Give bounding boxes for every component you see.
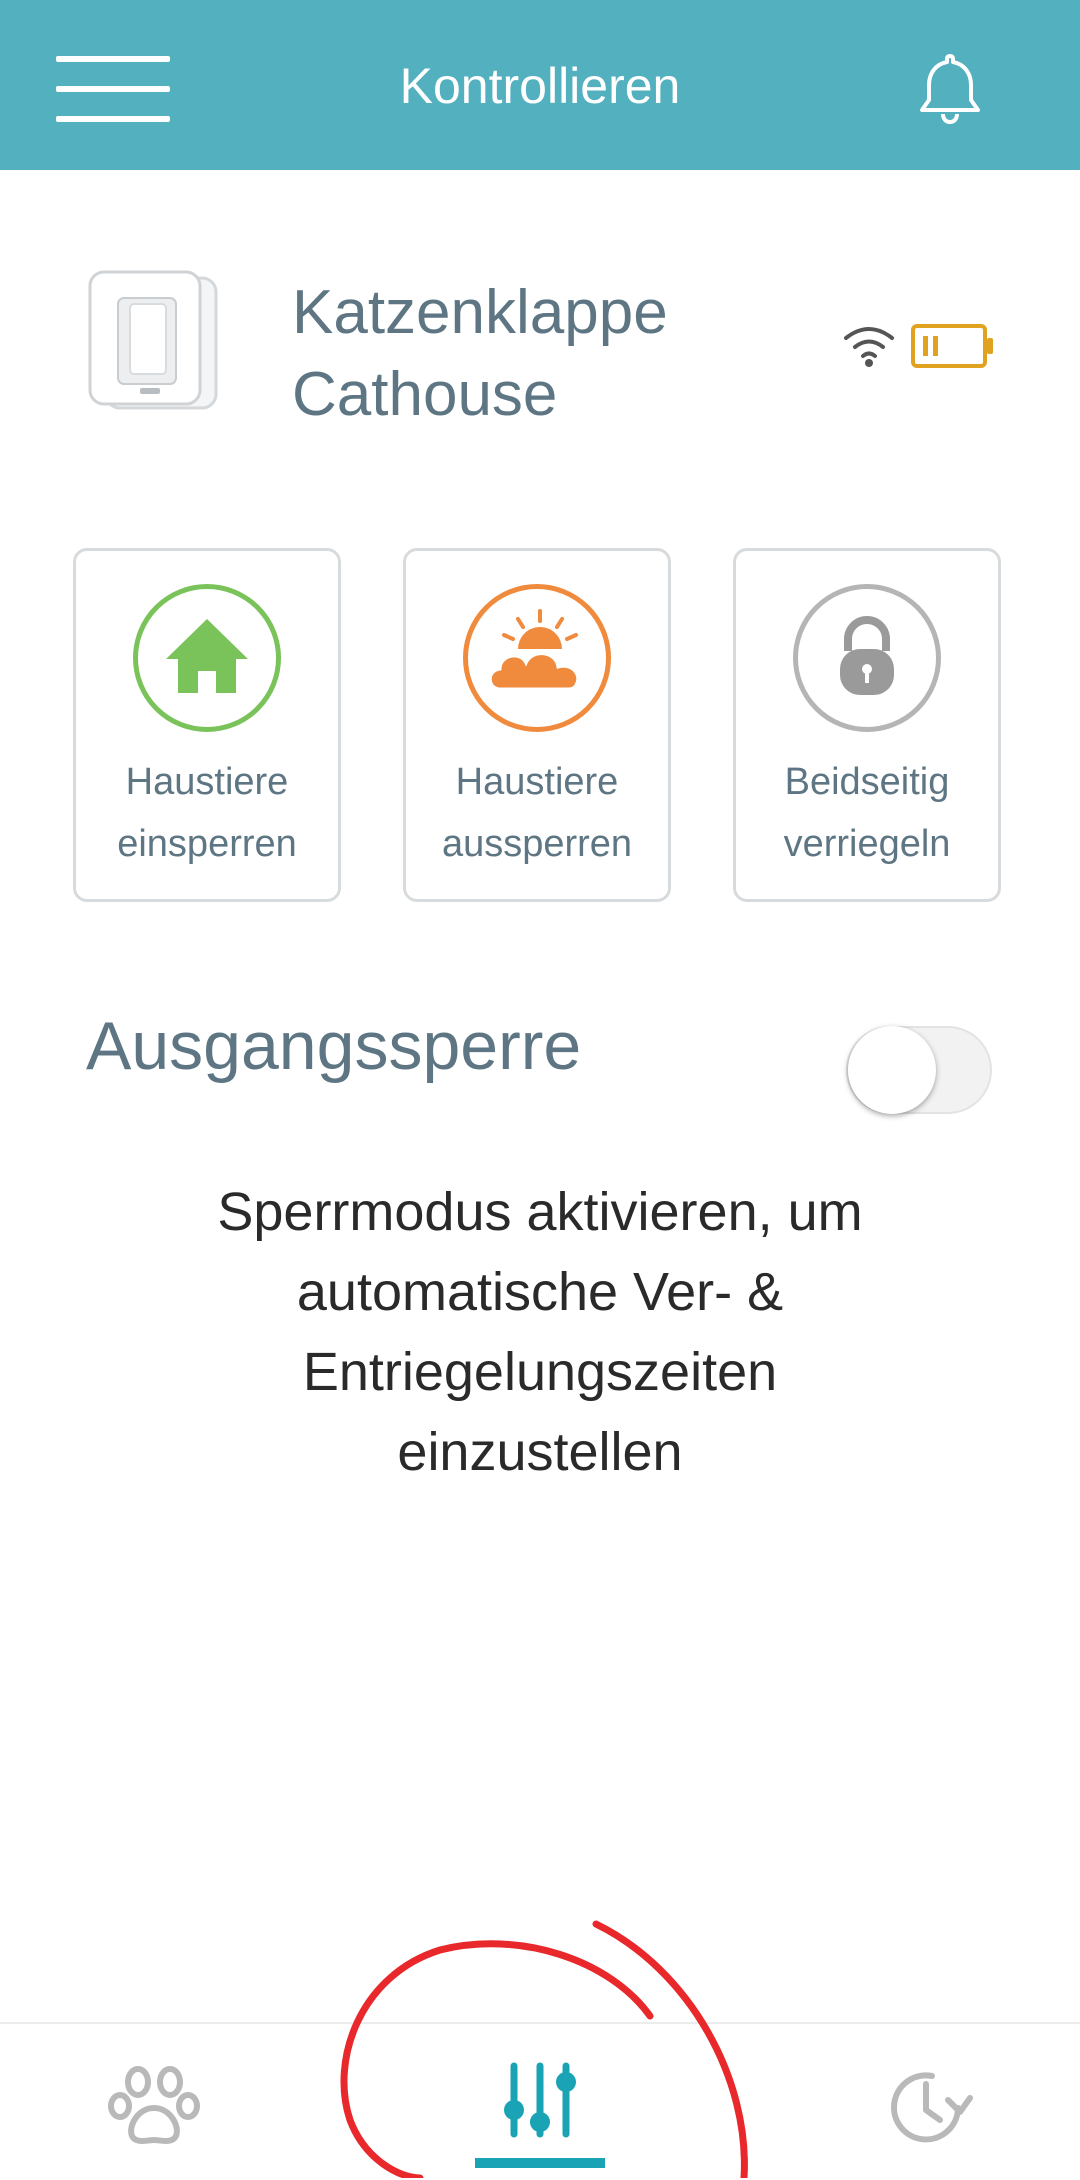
bell-icon[interactable] xyxy=(910,48,990,128)
description-line: Sperrmodus aktivieren, um xyxy=(217,1182,863,1242)
battery-low-icon xyxy=(911,324,993,368)
mode-card-lock-out[interactable]: Haustiere aussperren xyxy=(403,548,671,902)
curfew-description: Sperrmodus aktivieren, um automatische V… xyxy=(120,1172,960,1492)
hamburger-menu-icon[interactable] xyxy=(56,56,170,122)
mode-label-line1: Beidseitig xyxy=(784,761,950,803)
device-name-line2: Cathouse xyxy=(292,360,558,429)
home-icon xyxy=(166,619,248,693)
app-header: Kontrollieren xyxy=(0,0,1080,170)
mode-label-line1: Haustiere xyxy=(455,761,619,803)
wifi-icon xyxy=(844,327,894,367)
device-name-line1: Katzenklappe xyxy=(292,278,668,347)
device-name: Katzenklappe Cathouse xyxy=(292,272,772,436)
nav-item-control[interactable] xyxy=(450,2024,630,2180)
mode-card-label: Haustiere aussperren xyxy=(406,751,668,875)
home-icon-circle xyxy=(133,584,281,732)
nav-item-history[interactable] xyxy=(840,2024,1020,2180)
paw-icon xyxy=(108,2066,200,2144)
mode-label-line2: einsperren xyxy=(117,823,297,865)
bottom-navigation xyxy=(0,2022,1080,2180)
cat-flap-image xyxy=(88,270,218,410)
mode-card-lock-in[interactable]: Haustiere einsperren xyxy=(73,548,341,902)
padlock-icon xyxy=(840,616,894,695)
description-line: automatische Ver- & xyxy=(296,1262,784,1322)
mode-label-line2: aussperren xyxy=(441,823,633,865)
mode-card-lock-both[interactable]: Beidseitig verriegeln xyxy=(733,548,1001,902)
mode-label-line1: Haustiere xyxy=(125,761,289,803)
description-line: einzustellen xyxy=(397,1422,683,1482)
sun-cloud-icon-circle xyxy=(463,584,611,732)
page-title: Kontrollieren xyxy=(399,58,681,114)
history-icon xyxy=(891,2072,973,2143)
mode-card-label: Haustiere einsperren xyxy=(76,751,338,875)
nav-item-pets[interactable] xyxy=(60,2024,240,2180)
curfew-title: Ausgangssperre xyxy=(86,1008,582,1084)
curfew-toggle[interactable] xyxy=(846,1026,992,1114)
active-tab-indicator xyxy=(475,2158,605,2168)
mode-card-label: Beidseitig verriegeln xyxy=(736,751,998,875)
mode-label-line2: verriegeln xyxy=(783,823,951,865)
toggle-knob xyxy=(848,1026,936,1114)
description-line: Entriegelungszeiten xyxy=(302,1342,778,1402)
padlock-icon-circle xyxy=(793,584,941,732)
sliders-icon xyxy=(504,2062,576,2138)
sun-cloud-icon xyxy=(488,609,580,691)
